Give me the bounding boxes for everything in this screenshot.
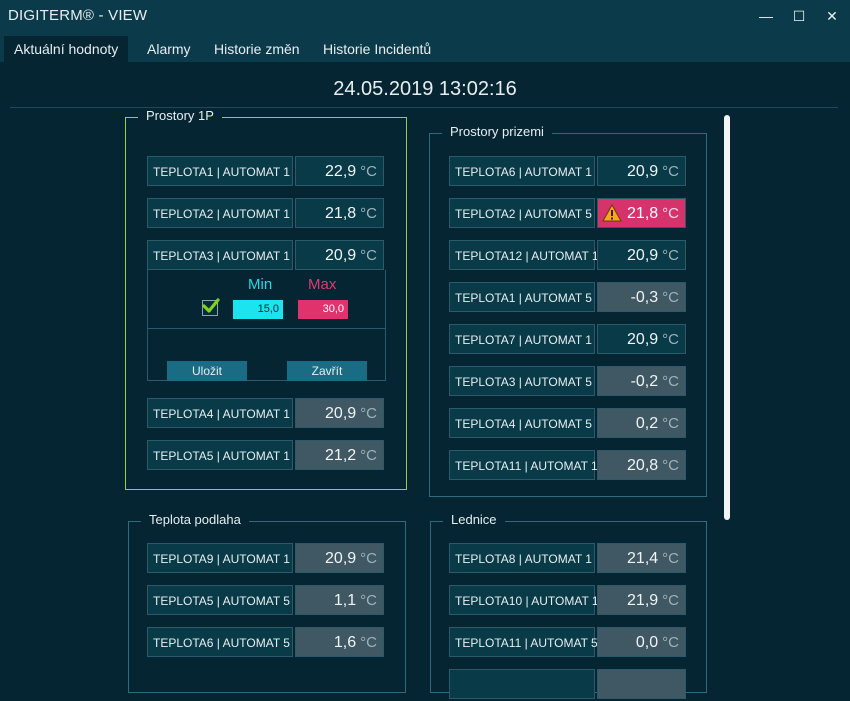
sensor-value: 20,8 °C bbox=[597, 450, 686, 480]
sensor-label: TEPLOTA2 | AUTOMAT 5 bbox=[449, 198, 595, 228]
sensor-value: 22,9 °C bbox=[295, 156, 384, 186]
sensor-value: 0,2 °C bbox=[597, 408, 686, 438]
save-button[interactable]: Uložit bbox=[167, 361, 247, 381]
sensor-label: TEPLOTA6 | AUTOMAT 1 bbox=[449, 156, 595, 186]
sensor-value: 20,9 °C bbox=[597, 324, 686, 354]
close-button[interactable]: ✕ bbox=[817, 2, 847, 30]
sensor-label: TEPLOTA1 | AUTOMAT 5 bbox=[449, 282, 595, 312]
sensor-value: 20,9 °C bbox=[295, 240, 384, 270]
sensor-value: 20,9 °C bbox=[597, 240, 686, 270]
group-prostory-prizemi[interactable]: Prostory prizemi TEPLOTA6 | AUTOMAT 1 20… bbox=[429, 124, 707, 497]
sensor-label bbox=[449, 669, 595, 699]
sensor-label: TEPLOTA1 | AUTOMAT 1 bbox=[147, 156, 293, 186]
header-divider bbox=[10, 107, 838, 108]
sensor-value-alarm: 21,8 °C bbox=[597, 198, 686, 228]
sensor-value: 21,8 °C bbox=[295, 198, 384, 228]
sensor-label: TEPLOTA11 | AUTOMAT 5 bbox=[449, 627, 598, 657]
sensor-label: TEPLOTA3 | AUTOMAT 5 bbox=[449, 366, 595, 396]
sensor-label: TEPLOTA3 | AUTOMAT 1 bbox=[147, 240, 293, 270]
sensor-value: 1,1 °C bbox=[295, 585, 384, 615]
limits-divider bbox=[148, 328, 385, 329]
sensor-value: 0,0 °C bbox=[597, 627, 686, 657]
warning-icon bbox=[602, 204, 622, 222]
sensor-value: 21,2 °C bbox=[295, 440, 384, 470]
group-title: Teplota podlaha bbox=[141, 512, 249, 527]
scrollbar-thumb[interactable] bbox=[724, 115, 730, 520]
sensor-value: 1,6 °C bbox=[295, 627, 384, 657]
sensor-label: TEPLOTA4 | AUTOMAT 5 bbox=[449, 408, 595, 438]
sensor-value: 21,4 °C bbox=[597, 543, 686, 573]
sensor-label: TEPLOTA4 | AUTOMAT 1 bbox=[147, 398, 293, 428]
sensor-label: TEPLOTA12 | AUTOMAT 1 bbox=[449, 240, 599, 270]
limits-enabled-checkbox[interactable] bbox=[202, 298, 220, 316]
sensor-label: TEPLOTA11 | AUTOMAT 1 bbox=[449, 450, 598, 480]
tab-historie-incidentu[interactable]: Historie Incidentů bbox=[313, 36, 441, 62]
max-label: Max bbox=[308, 276, 337, 293]
group-teplota-podlaha[interactable]: Teplota podlaha TEPLOTA9 | AUTOMAT 1 20,… bbox=[128, 512, 406, 693]
tab-aktualni-hodnoty[interactable]: Aktuální hodnoty bbox=[4, 36, 129, 62]
group-title: Prostory 1P bbox=[138, 108, 222, 123]
sensor-value: 20,9 °C bbox=[597, 156, 686, 186]
sensor-label: TEPLOTA10 | AUTOMAT 1 bbox=[449, 585, 599, 615]
min-input[interactable]: 15,0 bbox=[233, 300, 283, 319]
minimize-button[interactable]: — bbox=[751, 2, 781, 30]
tab-historie-zmen[interactable]: Historie změn bbox=[204, 36, 310, 62]
max-input[interactable]: 30,0 bbox=[298, 300, 348, 319]
limits-panel: Min Max 15,0 30,0 Uložit Zavřít bbox=[147, 270, 386, 381]
sensor-label: TEPLOTA5 | AUTOMAT 1 bbox=[147, 440, 293, 470]
sensor-label: TEPLOTA9 | AUTOMAT 1 bbox=[147, 543, 293, 573]
tab-bar: Aktuální hodnoty Alarmy Historie změn Hi… bbox=[0, 32, 850, 62]
sensor-value: -0,2 °C bbox=[597, 366, 686, 396]
tab-alarmy[interactable]: Alarmy bbox=[137, 36, 201, 62]
group-prostory-1p[interactable]: Prostory 1P TEPLOTA1 | AUTOMAT 1 22,9 °C … bbox=[125, 108, 407, 490]
min-label: Min bbox=[248, 276, 273, 293]
sensor-value: 21,9 °C bbox=[597, 585, 686, 615]
group-title: Lednice bbox=[443, 512, 505, 527]
title-bar: DIGITERM® - VIEW — ☐ ✕ bbox=[0, 0, 850, 32]
sensor-label: TEPLOTA6 | AUTOMAT 5 bbox=[147, 627, 293, 657]
sensor-label: TEPLOTA2 | AUTOMAT 1 bbox=[147, 198, 293, 228]
sensor-value bbox=[597, 669, 686, 699]
maximize-button[interactable]: ☐ bbox=[784, 2, 814, 30]
group-lednice[interactable]: Lednice TEPLOTA8 | AUTOMAT 1 21,4 °C TEPL… bbox=[430, 512, 707, 699]
current-datetime: 24.05.2019 13:02:16 bbox=[333, 78, 517, 100]
checkmark-icon bbox=[202, 298, 220, 313]
sensor-label: TEPLOTA5 | AUTOMAT 5 bbox=[147, 585, 293, 615]
sensor-label: TEPLOTA7 | AUTOMAT 1 bbox=[449, 324, 595, 354]
app-title: DIGITERM® - VIEW bbox=[8, 7, 148, 24]
sensor-label: TEPLOTA8 | AUTOMAT 1 bbox=[449, 543, 595, 573]
close-limits-button[interactable]: Zavřít bbox=[287, 361, 367, 381]
sensor-value: -0,3 °C bbox=[597, 282, 686, 312]
sensor-value: 20,9 °C bbox=[295, 543, 384, 573]
sensor-value: 20,9 °C bbox=[295, 398, 384, 428]
group-title: Prostory prizemi bbox=[442, 124, 552, 139]
